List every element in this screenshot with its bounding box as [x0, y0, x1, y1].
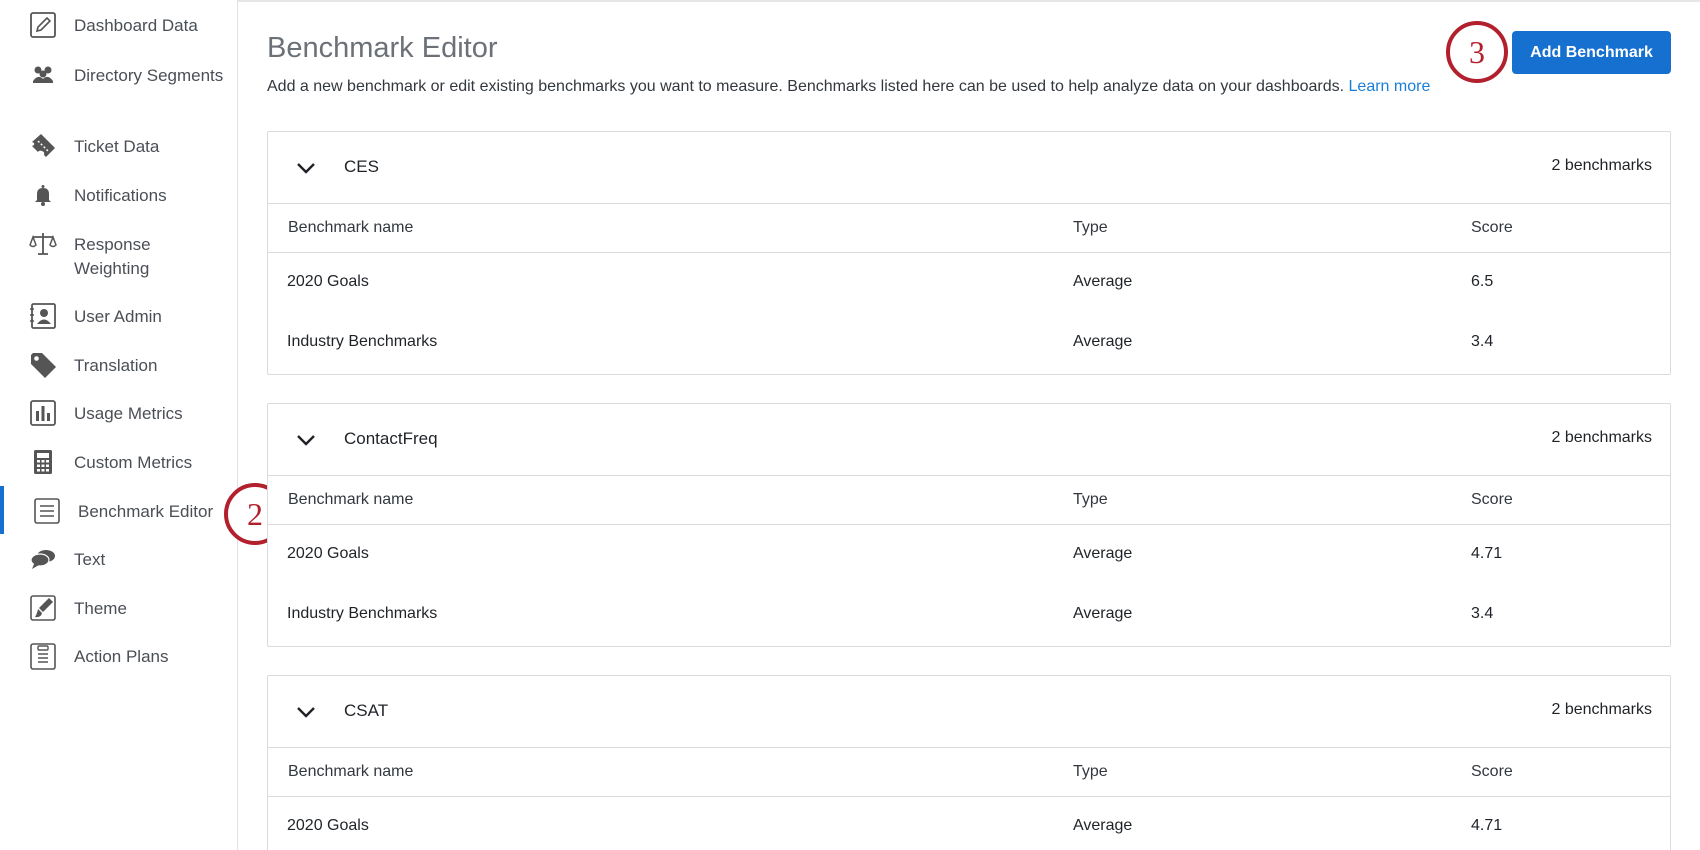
sidebar-item-label: Theme: [74, 599, 127, 618]
sidebar-item-benchmark-editor[interactable]: Benchmark Editor: [0, 496, 237, 526]
bell-icon: [28, 180, 58, 210]
panel-header[interactable]: CES 2 benchmarks: [268, 132, 1670, 203]
page-title: Benchmark Editor: [267, 32, 498, 64]
sidebar-item-label: User Admin: [74, 307, 162, 326]
sidebar-item-label: Action Plans: [74, 647, 169, 666]
sidebar-item-label: Benchmark Editor: [78, 502, 214, 521]
benchmark-type: Average: [1073, 545, 1133, 562]
description-text: Add a new benchmark or edit existing ben…: [267, 78, 1349, 95]
benchmark-panel-csat: CSAT 2 benchmarks Benchmark name Type Sc…: [267, 675, 1671, 850]
benchmark-type: Average: [1073, 605, 1133, 622]
benchmark-score: 3.4: [1471, 333, 1494, 350]
column-header-name: Benchmark name: [288, 763, 414, 780]
benchmark-name: Industry Benchmarks: [287, 333, 438, 350]
tag-icon: [28, 350, 58, 380]
panel-title: ContactFreq: [344, 429, 438, 448]
sidebar-item-label: Notifications: [74, 186, 167, 205]
sidebar-item-user-admin[interactable]: User Admin: [0, 301, 237, 331]
chevron-down-icon[interactable]: [295, 429, 317, 451]
sidebar-item-theme[interactable]: Theme: [0, 593, 237, 623]
benchmark-panel-contactfreq: ContactFreq 2 benchmarks Benchmark name …: [267, 403, 1671, 647]
table-row[interactable]: 2020 Goals Average 4.71: [268, 797, 1670, 850]
sidebar-item-custom-metrics[interactable]: Custom Metrics: [0, 447, 237, 477]
table-header: Benchmark name Type Score: [268, 747, 1670, 797]
ticket-icon: [28, 131, 58, 161]
chat-bubbles-icon: [28, 544, 58, 574]
sidebar-item-label: Custom Metrics: [74, 453, 193, 472]
sidebar-item-label: Response Weighting: [74, 235, 151, 278]
sidebar-item-response-weighting[interactable]: Response Weighting: [0, 229, 237, 281]
table-header: Benchmark name Type Score: [268, 475, 1670, 525]
sidebar: Dashboard Data Directory Segments Ticket…: [0, 0, 238, 850]
table-header: Benchmark name Type Score: [268, 203, 1670, 253]
panel-header[interactable]: CSAT 2 benchmarks: [268, 676, 1670, 747]
benchmark-name: 2020 Goals: [287, 545, 369, 562]
table-row[interactable]: 2020 Goals Average 6.5: [268, 253, 1670, 313]
benchmark-type: Average: [1073, 333, 1133, 350]
sidebar-item-label: Dashboard Data: [74, 16, 198, 35]
sidebar-item-label: Directory Segments: [74, 66, 224, 85]
benchmark-score: 3.4: [1471, 605, 1494, 622]
table-row[interactable]: 2020 Goals Average 4.71: [268, 525, 1670, 585]
benchmark-score: 4.71: [1471, 817, 1503, 834]
sidebar-item-directory-segments[interactable]: Directory Segments: [0, 60, 237, 112]
benchmark-score: 4.71: [1471, 545, 1503, 562]
bar-chart-icon: [28, 398, 58, 428]
user-card-icon: [28, 301, 58, 331]
sidebar-item-label: Usage Metrics: [74, 404, 183, 423]
benchmark-count: 2 benchmarks: [1551, 701, 1653, 718]
benchmark-count: 2 benchmarks: [1551, 429, 1653, 446]
benchmark-name: 2020 Goals: [287, 817, 369, 834]
panel-title: CES: [344, 157, 379, 176]
benchmark-panel-ces: CES 2 benchmarks Benchmark name Type Sco…: [267, 131, 1671, 375]
clipboard-icon: [28, 641, 58, 671]
sidebar-item-text[interactable]: Text: [0, 544, 237, 574]
paint-brush-icon: [28, 593, 58, 623]
table-row[interactable]: Industry Benchmarks Average 3.4: [268, 585, 1670, 645]
chevron-down-icon[interactable]: [295, 701, 317, 723]
sidebar-item-label: Translation: [74, 356, 158, 375]
top-border: [0, 0, 1700, 2]
add-benchmark-button[interactable]: Add Benchmark: [1512, 31, 1671, 74]
benchmark-count: 2 benchmarks: [1551, 157, 1653, 174]
step-3-callout: 3: [1446, 21, 1508, 83]
column-header-type: Type: [1073, 219, 1108, 236]
sidebar-item-ticket-data[interactable]: Ticket Data: [0, 131, 237, 161]
benchmark-name: Industry Benchmarks: [287, 605, 438, 622]
column-header-score: Score: [1471, 491, 1513, 508]
benchmark-name: 2020 Goals: [287, 273, 369, 290]
sidebar-item-usage-metrics[interactable]: Usage Metrics: [0, 398, 237, 428]
panel-title: CSAT: [344, 701, 389, 720]
pencil-icon: [28, 10, 58, 40]
chevron-down-icon[interactable]: [295, 157, 317, 179]
scale-icon: [28, 229, 58, 259]
column-header-score: Score: [1471, 219, 1513, 236]
list-icon: [32, 496, 62, 526]
benchmark-score: 6.5: [1471, 273, 1494, 290]
sidebar-item-label: Ticket Data: [74, 137, 160, 156]
sidebar-item-translation[interactable]: Translation: [0, 350, 237, 380]
sidebar-item-dashboard-data[interactable]: Dashboard Data: [0, 10, 237, 40]
column-header-name: Benchmark name: [288, 491, 414, 508]
panel-header[interactable]: ContactFreq 2 benchmarks: [268, 404, 1670, 475]
column-header-score: Score: [1471, 763, 1513, 780]
table-row[interactable]: Industry Benchmarks Average 3.4: [268, 313, 1670, 373]
sidebar-item-label: Text: [74, 550, 106, 569]
calculator-icon: [28, 447, 58, 477]
learn-more-link[interactable]: Learn more: [1349, 78, 1431, 95]
benchmark-type: Average: [1073, 817, 1133, 834]
sidebar-item-action-plans[interactable]: Action Plans: [0, 641, 237, 671]
people-icon: [28, 60, 58, 90]
column-header-type: Type: [1073, 763, 1108, 780]
column-header-type: Type: [1073, 491, 1108, 508]
page-description: Add a new benchmark or edit existing ben…: [267, 78, 1430, 96]
benchmark-type: Average: [1073, 273, 1133, 290]
sidebar-item-notifications[interactable]: Notifications: [0, 180, 237, 210]
column-header-name: Benchmark name: [288, 219, 414, 236]
